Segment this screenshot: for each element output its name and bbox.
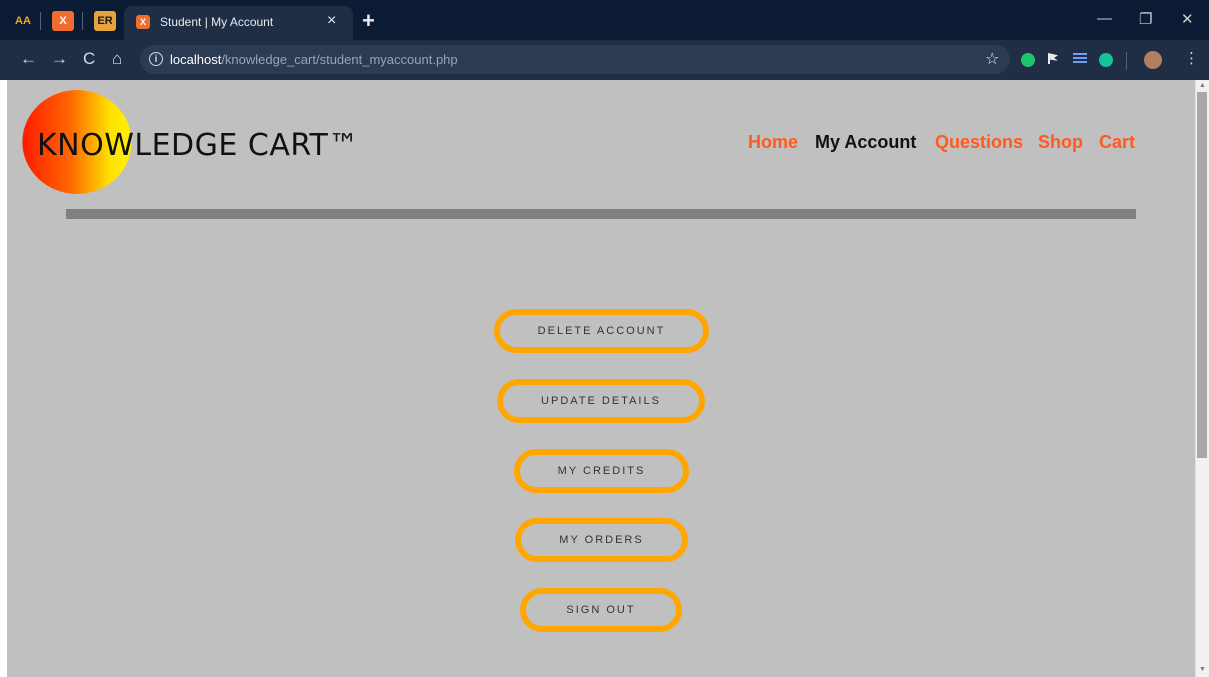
menu-kebab-icon[interactable]: ⋮	[1184, 49, 1199, 67]
tab-close-icon[interactable]: ×	[327, 12, 336, 30]
grammarly-icon[interactable]	[1099, 53, 1113, 67]
nav-home[interactable]: Home	[748, 132, 798, 153]
tab-title: Student | My Account	[160, 15, 274, 29]
profile-avatar[interactable]	[1144, 51, 1162, 69]
delete-account-button[interactable]: DELETE ACCOUNT	[494, 309, 709, 353]
header-divider	[66, 209, 1136, 219]
new-tab-button[interactable]: +	[362, 8, 375, 34]
xampp-icon: X	[136, 15, 150, 29]
my-orders-button[interactable]: MY ORDERS	[515, 518, 688, 562]
active-tab[interactable]: X Student | My Account ×	[124, 6, 353, 40]
update-details-button[interactable]: UPDATE DETAILS	[497, 379, 705, 423]
pinned-tab-deploy-icon[interactable]: AA	[12, 11, 34, 31]
nav-my-account[interactable]: My Account	[815, 132, 916, 153]
close-window-button[interactable]: ✕	[1181, 10, 1194, 28]
toolbar-separator	[1126, 52, 1127, 70]
browser-toolbar: ← → C ⌂ i localhost/knowledge_cart/stude…	[0, 40, 1209, 80]
scroll-up-arrow-icon[interactable]: ▲	[1199, 82, 1206, 89]
address-bar[interactable]: i localhost/knowledge_cart/student_myacc…	[140, 45, 1010, 74]
back-button[interactable]: ←	[20, 49, 37, 69]
home-button[interactable]: ⌂	[112, 49, 122, 69]
url-text: localhost/knowledge_cart/student_myaccou…	[170, 52, 458, 67]
url-host: localhost	[170, 52, 222, 67]
page-viewport: KNOWLEDGE CART™ Home My Account Question…	[7, 80, 1195, 677]
browser-tab-bar: AA X ER X Student | My Account × + — ❐ ✕	[0, 0, 1209, 40]
sign-out-button[interactable]: SIGN OUT	[520, 588, 682, 632]
site-logo[interactable]: KNOWLEDGE CART™	[37, 128, 359, 163]
nav-questions[interactable]: Questions	[935, 132, 1023, 153]
tab-separator	[40, 12, 41, 30]
pinned-tab-xampp-icon[interactable]: X	[52, 11, 74, 31]
minimize-button[interactable]: —	[1097, 10, 1112, 27]
forward-button[interactable]: →	[51, 49, 68, 69]
stack-icon[interactable]	[1073, 53, 1087, 63]
bookmark-star-icon[interactable]: ☆	[985, 49, 999, 69]
scrollbar-thumb[interactable]	[1197, 92, 1207, 458]
scroll-down-arrow-icon[interactable]: ▼	[1199, 666, 1206, 673]
pinned-tab-er-icon[interactable]: ER	[94, 11, 116, 31]
nav-shop[interactable]: Shop	[1038, 132, 1083, 153]
restore-button[interactable]: ❐	[1139, 10, 1152, 28]
tab-separator	[82, 12, 83, 30]
info-icon[interactable]: i	[149, 52, 163, 66]
flag-icon[interactable]	[1048, 53, 1058, 64]
nav-cart[interactable]: Cart	[1099, 132, 1135, 153]
reload-button[interactable]: C	[83, 49, 95, 69]
my-credits-button[interactable]: MY CREDITS	[514, 449, 689, 493]
green-dot-icon[interactable]	[1021, 53, 1035, 67]
url-path: /knowledge_cart/student_myaccount.php	[221, 52, 458, 67]
